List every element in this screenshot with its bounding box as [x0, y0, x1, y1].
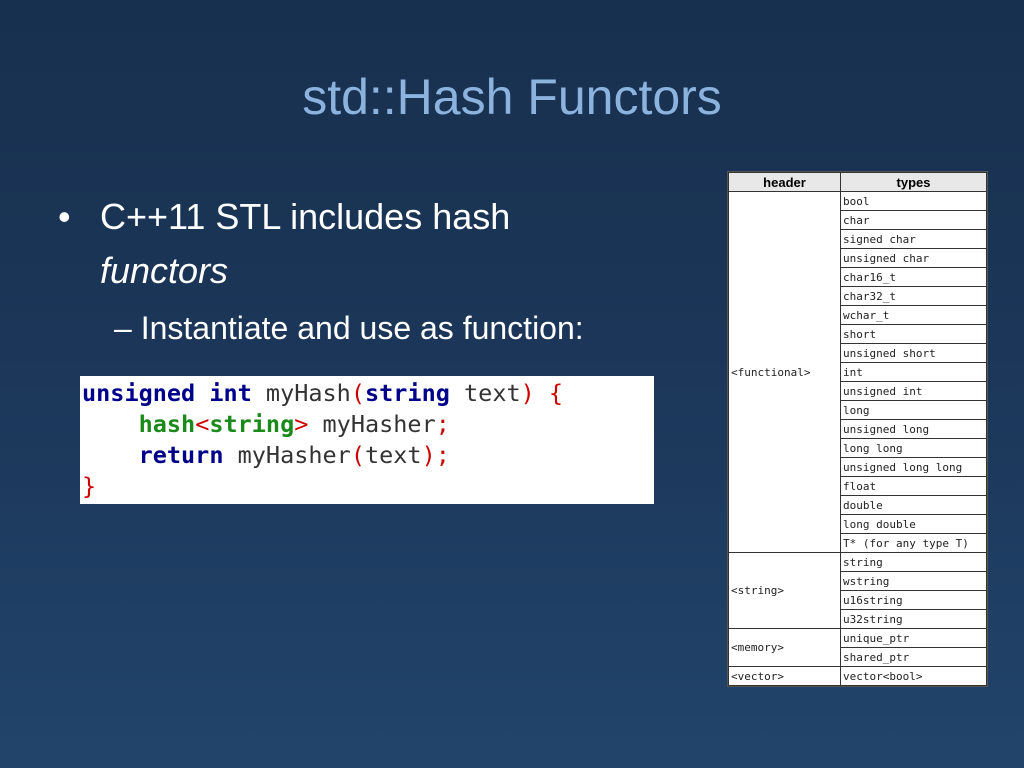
type-cell: signed char — [840, 229, 987, 249]
type-cell: unsigned short — [840, 343, 987, 363]
type-cell: long long — [840, 438, 987, 458]
type-cell: bool — [840, 191, 987, 211]
type-cell: double — [840, 495, 987, 515]
code-line-1: unsigned int myHash(string text) { — [82, 379, 564, 407]
type-cell: short — [840, 324, 987, 344]
type-cell: T* (for any type T) — [840, 533, 987, 553]
type-cell: char — [840, 210, 987, 230]
type-cell: unsigned char — [840, 248, 987, 268]
type-cell: string — [840, 552, 987, 572]
code-line-2: hash<string> myHasher; — [138, 410, 450, 438]
table-row: <functional> bool — [728, 191, 987, 553]
bullet-level1-italic: functors — [100, 250, 229, 291]
bullet-level1: • C++11 STL includes hash functors — [58, 190, 678, 298]
type-cell: char32_t — [840, 286, 987, 306]
type-cell: wstring — [840, 571, 987, 591]
type-cell: vector<bool> — [840, 666, 987, 686]
type-cell: char16_t — [840, 267, 987, 287]
type-cell: unsigned long long — [840, 457, 987, 477]
hash-types-table: header types <functional> bool char signed … — [727, 171, 988, 687]
code-line-3: return myHasher(text); — [138, 441, 450, 469]
table-row: <memory> unique_ptr — [728, 628, 987, 667]
header-column-heading: header — [728, 172, 841, 192]
type-cell: long — [840, 400, 987, 420]
bullet-level2: – Instantiate and use as function: — [114, 310, 584, 346]
header-cell: <memory> — [728, 628, 841, 667]
bullet-level1-text: C++11 STL includes hash functors — [100, 196, 511, 291]
types-table: header types <functional> bool char signed … — [728, 172, 987, 686]
code-snippet: unsigned int myHash(string text) { hash<… — [80, 376, 654, 504]
slide-title: std::Hash Functors — [302, 69, 722, 125]
header-cell: <functional> — [728, 191, 841, 553]
type-cell: long double — [840, 514, 987, 534]
header-cell: <string> — [728, 552, 841, 629]
types-column-heading: types — [840, 172, 987, 192]
bullet-dot-icon: • — [58, 196, 71, 237]
header-cell: <vector> — [728, 666, 841, 686]
table-row: <string> string — [728, 552, 987, 629]
code-line-4: } — [82, 472, 97, 500]
type-cell: unsigned long — [840, 419, 987, 439]
table-header-row: header types — [728, 172, 987, 192]
type-cell: u32string — [840, 609, 987, 629]
table-row: <vector> vector<bool> — [728, 666, 987, 686]
type-cell: int — [840, 362, 987, 382]
type-cell: u16string — [840, 590, 987, 610]
type-cell: wchar_t — [840, 305, 987, 325]
type-cell: float — [840, 476, 987, 496]
type-cell: unsigned int — [840, 381, 987, 401]
type-cell: shared_ptr — [840, 647, 987, 667]
type-cell: unique_ptr — [840, 628, 987, 648]
